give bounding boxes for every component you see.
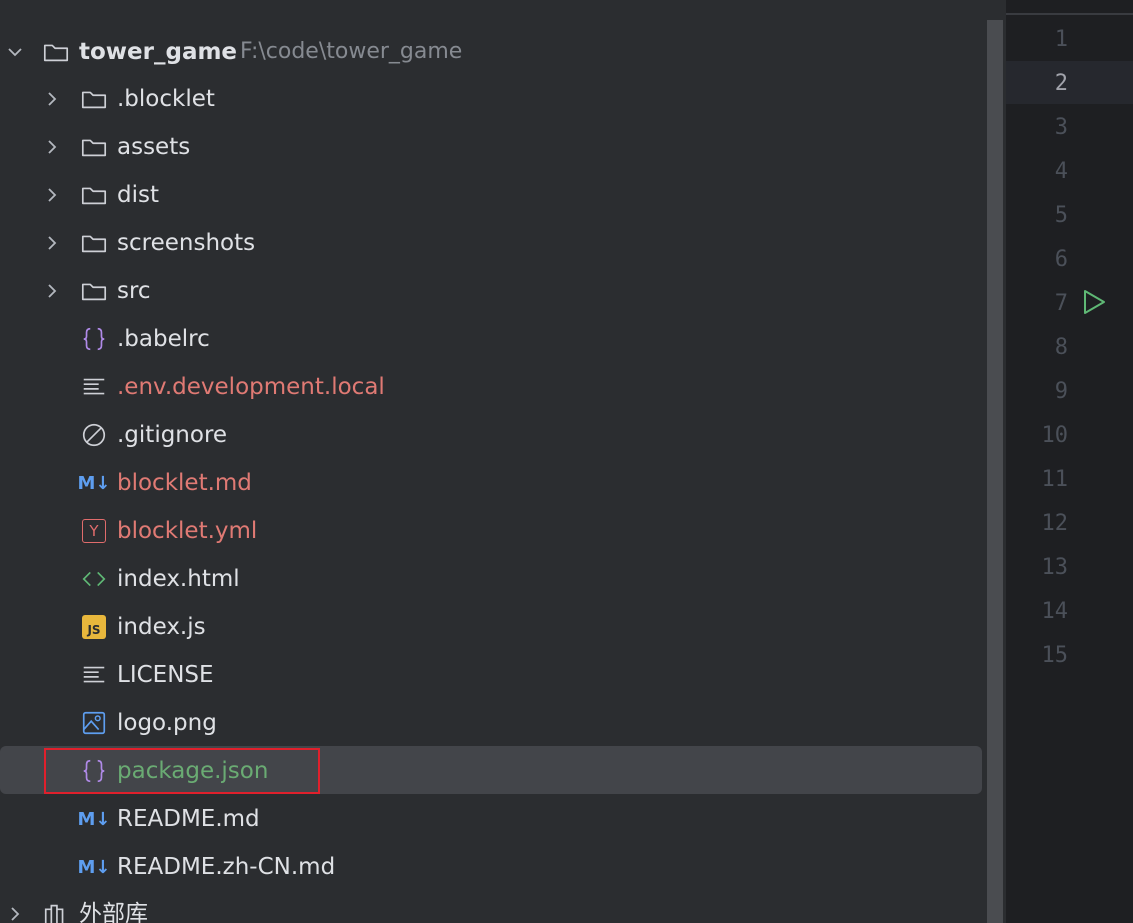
folder-label: .blocklet	[117, 86, 215, 112]
file-label: blocklet.md	[117, 470, 252, 496]
run-icon[interactable]	[1080, 288, 1108, 316]
folder-icon	[79, 276, 109, 306]
line-number: 4	[1054, 159, 1068, 184]
chevron-right-icon[interactable]	[40, 87, 64, 111]
tree-folder-row[interactable]: dist	[0, 171, 982, 219]
chevron-down-icon[interactable]	[3, 40, 27, 64]
line-number: 1	[1054, 27, 1068, 52]
markdown-icon: M↓	[77, 808, 111, 830]
tree-folder-row[interactable]: screenshots	[0, 219, 982, 267]
line-number: 11	[1041, 467, 1069, 492]
folder-icon	[79, 132, 109, 162]
file-label: index.js	[117, 614, 206, 640]
javascript-icon-text: JS	[82, 615, 106, 639]
folder-label: dist	[117, 182, 159, 208]
file-label: README.zh-CN.md	[117, 854, 336, 880]
markdown-icon: M↓	[77, 856, 111, 878]
line-number: 12	[1041, 511, 1069, 536]
line-number: 3	[1054, 115, 1068, 140]
line-number: 14	[1041, 599, 1069, 624]
yaml-icon-letter: Y	[82, 519, 106, 543]
vertical-scrollbar[interactable]	[987, 20, 1003, 923]
tree-file-row[interactable]: M↓ README.md	[0, 795, 982, 843]
tree-file-row[interactable]: .env.development.local	[0, 363, 982, 411]
editor-tab-strip	[1006, 0, 1133, 15]
project-panel: tower_game F:\code\tower_game .blocklet …	[0, 0, 1002, 923]
tree-file-row[interactable]: .babelrc	[0, 315, 982, 363]
external-libraries-label: 外部库	[79, 901, 148, 923]
text-file-icon	[79, 372, 109, 402]
tree-file-row[interactable]: .gitignore	[0, 411, 982, 459]
file-label: .env.development.local	[117, 374, 385, 400]
folder-icon	[79, 228, 109, 258]
annotation-highlight-box	[44, 748, 320, 794]
tree-file-row[interactable]: JS index.js	[0, 603, 982, 651]
line-number-current: 2	[1054, 71, 1068, 96]
file-label: README.md	[117, 806, 260, 832]
tree-root-row[interactable]: tower_game F:\code\tower_game	[0, 28, 982, 76]
tree-file-row[interactable]: M↓ blocklet.md	[0, 459, 982, 507]
file-label: logo.png	[117, 710, 217, 736]
json-braces-icon	[79, 324, 109, 354]
tree-file-row[interactable]: index.html	[0, 555, 982, 603]
folder-label: src	[117, 278, 151, 304]
line-number: 15	[1041, 643, 1069, 668]
project-path: F:\code\tower_game	[240, 39, 463, 64]
chevron-right-icon[interactable]	[3, 902, 27, 923]
file-label: index.html	[117, 566, 240, 592]
tree-file-row[interactable]: logo.png	[0, 699, 982, 747]
file-label: LICENSE	[117, 662, 214, 688]
chevron-right-icon[interactable]	[40, 279, 64, 303]
tree-file-row[interactable]: M↓ README.zh-CN.md	[0, 843, 982, 891]
tree-file-row[interactable]: Y blocklet.yml	[0, 507, 982, 555]
tree-file-row[interactable]: LICENSE	[0, 651, 982, 699]
project-name: tower_game	[79, 39, 238, 65]
line-number: 10	[1041, 423, 1069, 448]
line-number: 9	[1054, 379, 1068, 404]
markdown-icon: M↓	[77, 472, 111, 494]
tree-folder-row[interactable]: .blocklet	[0, 75, 982, 123]
image-icon	[79, 708, 109, 738]
html-icon	[79, 564, 109, 594]
tree-folder-row[interactable]: assets	[0, 123, 982, 171]
library-icon	[41, 899, 71, 923]
folder-label: screenshots	[117, 230, 256, 256]
text-file-icon	[79, 660, 109, 690]
line-number: 5	[1054, 203, 1068, 228]
line-number: 13	[1041, 555, 1069, 580]
folder-icon	[79, 180, 109, 210]
javascript-icon: JS	[79, 612, 109, 642]
chevron-right-icon[interactable]	[40, 231, 64, 255]
chevron-right-icon[interactable]	[40, 135, 64, 159]
line-number: 7	[1054, 291, 1068, 316]
tree-external-libraries-row[interactable]: 外部库	[0, 890, 982, 923]
yaml-icon: Y	[79, 516, 109, 546]
chevron-right-icon[interactable]	[40, 183, 64, 207]
tree-folder-row[interactable]: src	[0, 267, 982, 315]
file-label: blocklet.yml	[117, 518, 258, 544]
folder-label: assets	[117, 134, 191, 160]
file-label: .gitignore	[117, 422, 228, 448]
line-number: 8	[1054, 335, 1068, 360]
file-label: .babelrc	[117, 326, 210, 352]
ignore-icon	[79, 420, 109, 450]
folder-icon	[79, 84, 109, 114]
line-number: 6	[1054, 247, 1068, 272]
folder-icon	[41, 37, 71, 67]
